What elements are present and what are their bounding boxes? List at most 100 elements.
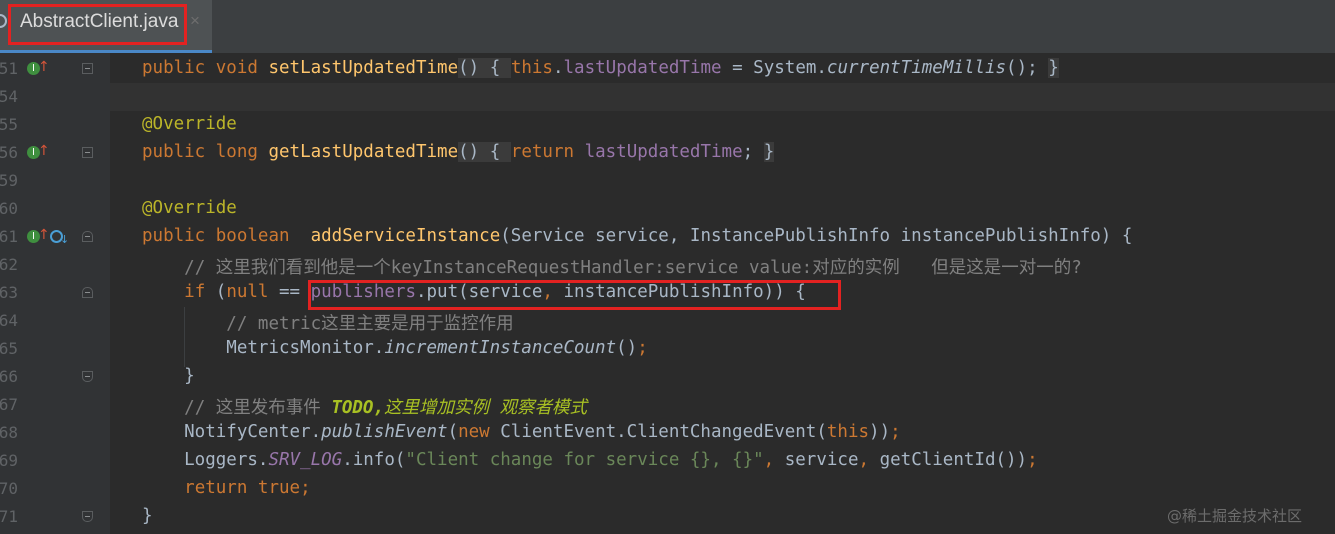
close-icon[interactable]: ×: [190, 11, 200, 31]
code-line[interactable]: 69 Loggers.SRV_LOG.info("Client change f…: [0, 447, 1335, 475]
code-token: service: [774, 450, 859, 470]
code-token: public: [142, 142, 206, 162]
line-number: 59: [0, 171, 18, 190]
code-token: currentTimeMillis: [826, 58, 1007, 78]
code-token: ;: [1027, 450, 1038, 470]
code-line[interactable]: 70 return true;: [0, 475, 1335, 503]
code-text: public long getLastUpdatedTime() { retur…: [142, 142, 775, 162]
code-token: if: [184, 282, 206, 302]
code-text: }: [142, 366, 195, 386]
code-token: }: [142, 506, 153, 526]
code-token: ,: [858, 450, 870, 470]
code-text: @Override: [142, 114, 237, 134]
code-line[interactable]: 65 MetricsMonitor.incrementInstanceCount…: [0, 335, 1335, 363]
code-line[interactable]: 61 I ↑ ↓ public boolean addServiceInstance(S…: [0, 223, 1335, 251]
code-token: boolean: [215, 226, 290, 246]
code-token: long: [215, 142, 258, 162]
override-up-icon[interactable]: ↑: [38, 144, 50, 159]
line-number: 65: [0, 339, 18, 358]
line-number: 70: [0, 479, 18, 498]
code-token: @Override: [142, 198, 237, 218]
code-token: Loggers.: [142, 450, 269, 470]
code-token: lastUpdatedTime: [563, 58, 722, 78]
fold-toggle-icon[interactable]: [82, 231, 93, 242]
line-number: 63: [0, 283, 18, 302]
code-text: }: [142, 506, 153, 526]
code-token: @Override: [142, 114, 237, 134]
code-token: // metric这里主要是用于监控作用: [226, 314, 514, 334]
line-number: 60: [0, 199, 18, 218]
tab-highlight-box: [8, 4, 187, 45]
override-up-icon[interactable]: ↑: [38, 228, 50, 243]
line-number: 61: [0, 227, 18, 246]
code-highlight-box: [308, 280, 841, 310]
code-token: getClientId()): [869, 450, 1028, 470]
fold-toggle-icon[interactable]: [82, 511, 93, 522]
code-token: }: [1048, 58, 1059, 78]
code-token: ;: [890, 422, 901, 442]
line-number: 62: [0, 255, 18, 274]
code-token: SRV_LOG: [268, 450, 343, 470]
code-line[interactable]: 67 // 这里发布事件 TODO,这里增加实例 观察者模式: [0, 391, 1335, 419]
bean-arrow-icon: ↓: [60, 233, 70, 246]
line-number: 51: [0, 59, 18, 78]
code-token: ;: [300, 478, 311, 498]
fold-toggle-icon[interactable]: [82, 63, 93, 74]
fold-toggle-icon[interactable]: [82, 147, 93, 158]
code-token: lastUpdatedTime: [584, 142, 743, 162]
code-text: MetricsMonitor.incrementInstanceCount();: [142, 338, 647, 358]
code-line[interactable]: 55 @Override: [0, 111, 1335, 139]
code-line[interactable]: 66 }: [0, 363, 1335, 391]
code-token: ();: [1006, 58, 1049, 78]
line-number: 64: [0, 311, 18, 330]
line-number: 54: [0, 87, 18, 106]
code-token: NotifyCenter.: [142, 422, 322, 442]
code-text: // 这里发布事件 TODO,这里增加实例 观察者模式: [142, 394, 587, 419]
code-token: .: [552, 58, 564, 78]
code-line[interactable]: 56 I ↑ public long getLastUpdatedTime() { r…: [0, 139, 1335, 167]
code-text: // 这里我们看到他是一个keyInstanceRequestHandler:s…: [142, 254, 1082, 279]
code-line[interactable]: 71}: [0, 503, 1335, 531]
code-token: true: [257, 478, 301, 498]
fold-toggle-icon[interactable]: [82, 287, 93, 298]
java-file-icon: [0, 14, 7, 28]
code-text: return true;: [142, 478, 311, 498]
line-number: 68: [0, 423, 18, 442]
code-token: ClientEvent.ClientChangedEvent(: [489, 422, 827, 442]
code-text: Loggers.SRV_LOG.info("Client change for …: [142, 450, 1038, 470]
line-number: 71: [0, 507, 18, 526]
code-token: this: [826, 422, 870, 442]
code-token: new: [458, 422, 490, 442]
code-line[interactable]: 59: [0, 167, 1335, 195]
code-text: public void setLastUpdatedTime() { this.…: [142, 58, 1059, 78]
code-line[interactable]: 51 I ↑ public void setLastUpdatedTime() { t…: [0, 55, 1335, 83]
code-token: () {: [458, 58, 511, 78]
code-line[interactable]: 60 @Override: [0, 195, 1335, 223]
code-line[interactable]: 64 // metric这里主要是用于监控作用: [0, 307, 1335, 335]
code-token: MetricsMonitor.: [142, 338, 385, 358]
code-line[interactable]: 54: [0, 83, 1335, 111]
fold-toggle-icon[interactable]: [82, 371, 93, 382]
code-token: addServiceInstance: [310, 226, 501, 246]
code-token: null: [226, 282, 269, 302]
code-text: NotifyCenter.publishEvent(new ClientEven…: [142, 422, 901, 442]
code-token: public: [142, 226, 206, 246]
code-text: public boolean addServiceInstance(Servic…: [142, 226, 1132, 246]
code-token: incrementInstanceCount: [384, 338, 617, 358]
code-token: TODO,: [331, 398, 384, 418]
code-line[interactable]: 62 // 这里我们看到他是一个keyInstanceRequestHandle…: [0, 251, 1335, 279]
code-token: ,: [763, 450, 775, 470]
code-line[interactable]: 68 NotifyCenter.publishEvent(new ClientE…: [0, 419, 1335, 447]
override-up-icon[interactable]: ↑: [38, 60, 50, 75]
code-token: return: [184, 478, 248, 498]
code-token: (: [447, 422, 459, 442]
code-token: (Service service, InstancePublishInfo in…: [500, 226, 1133, 246]
